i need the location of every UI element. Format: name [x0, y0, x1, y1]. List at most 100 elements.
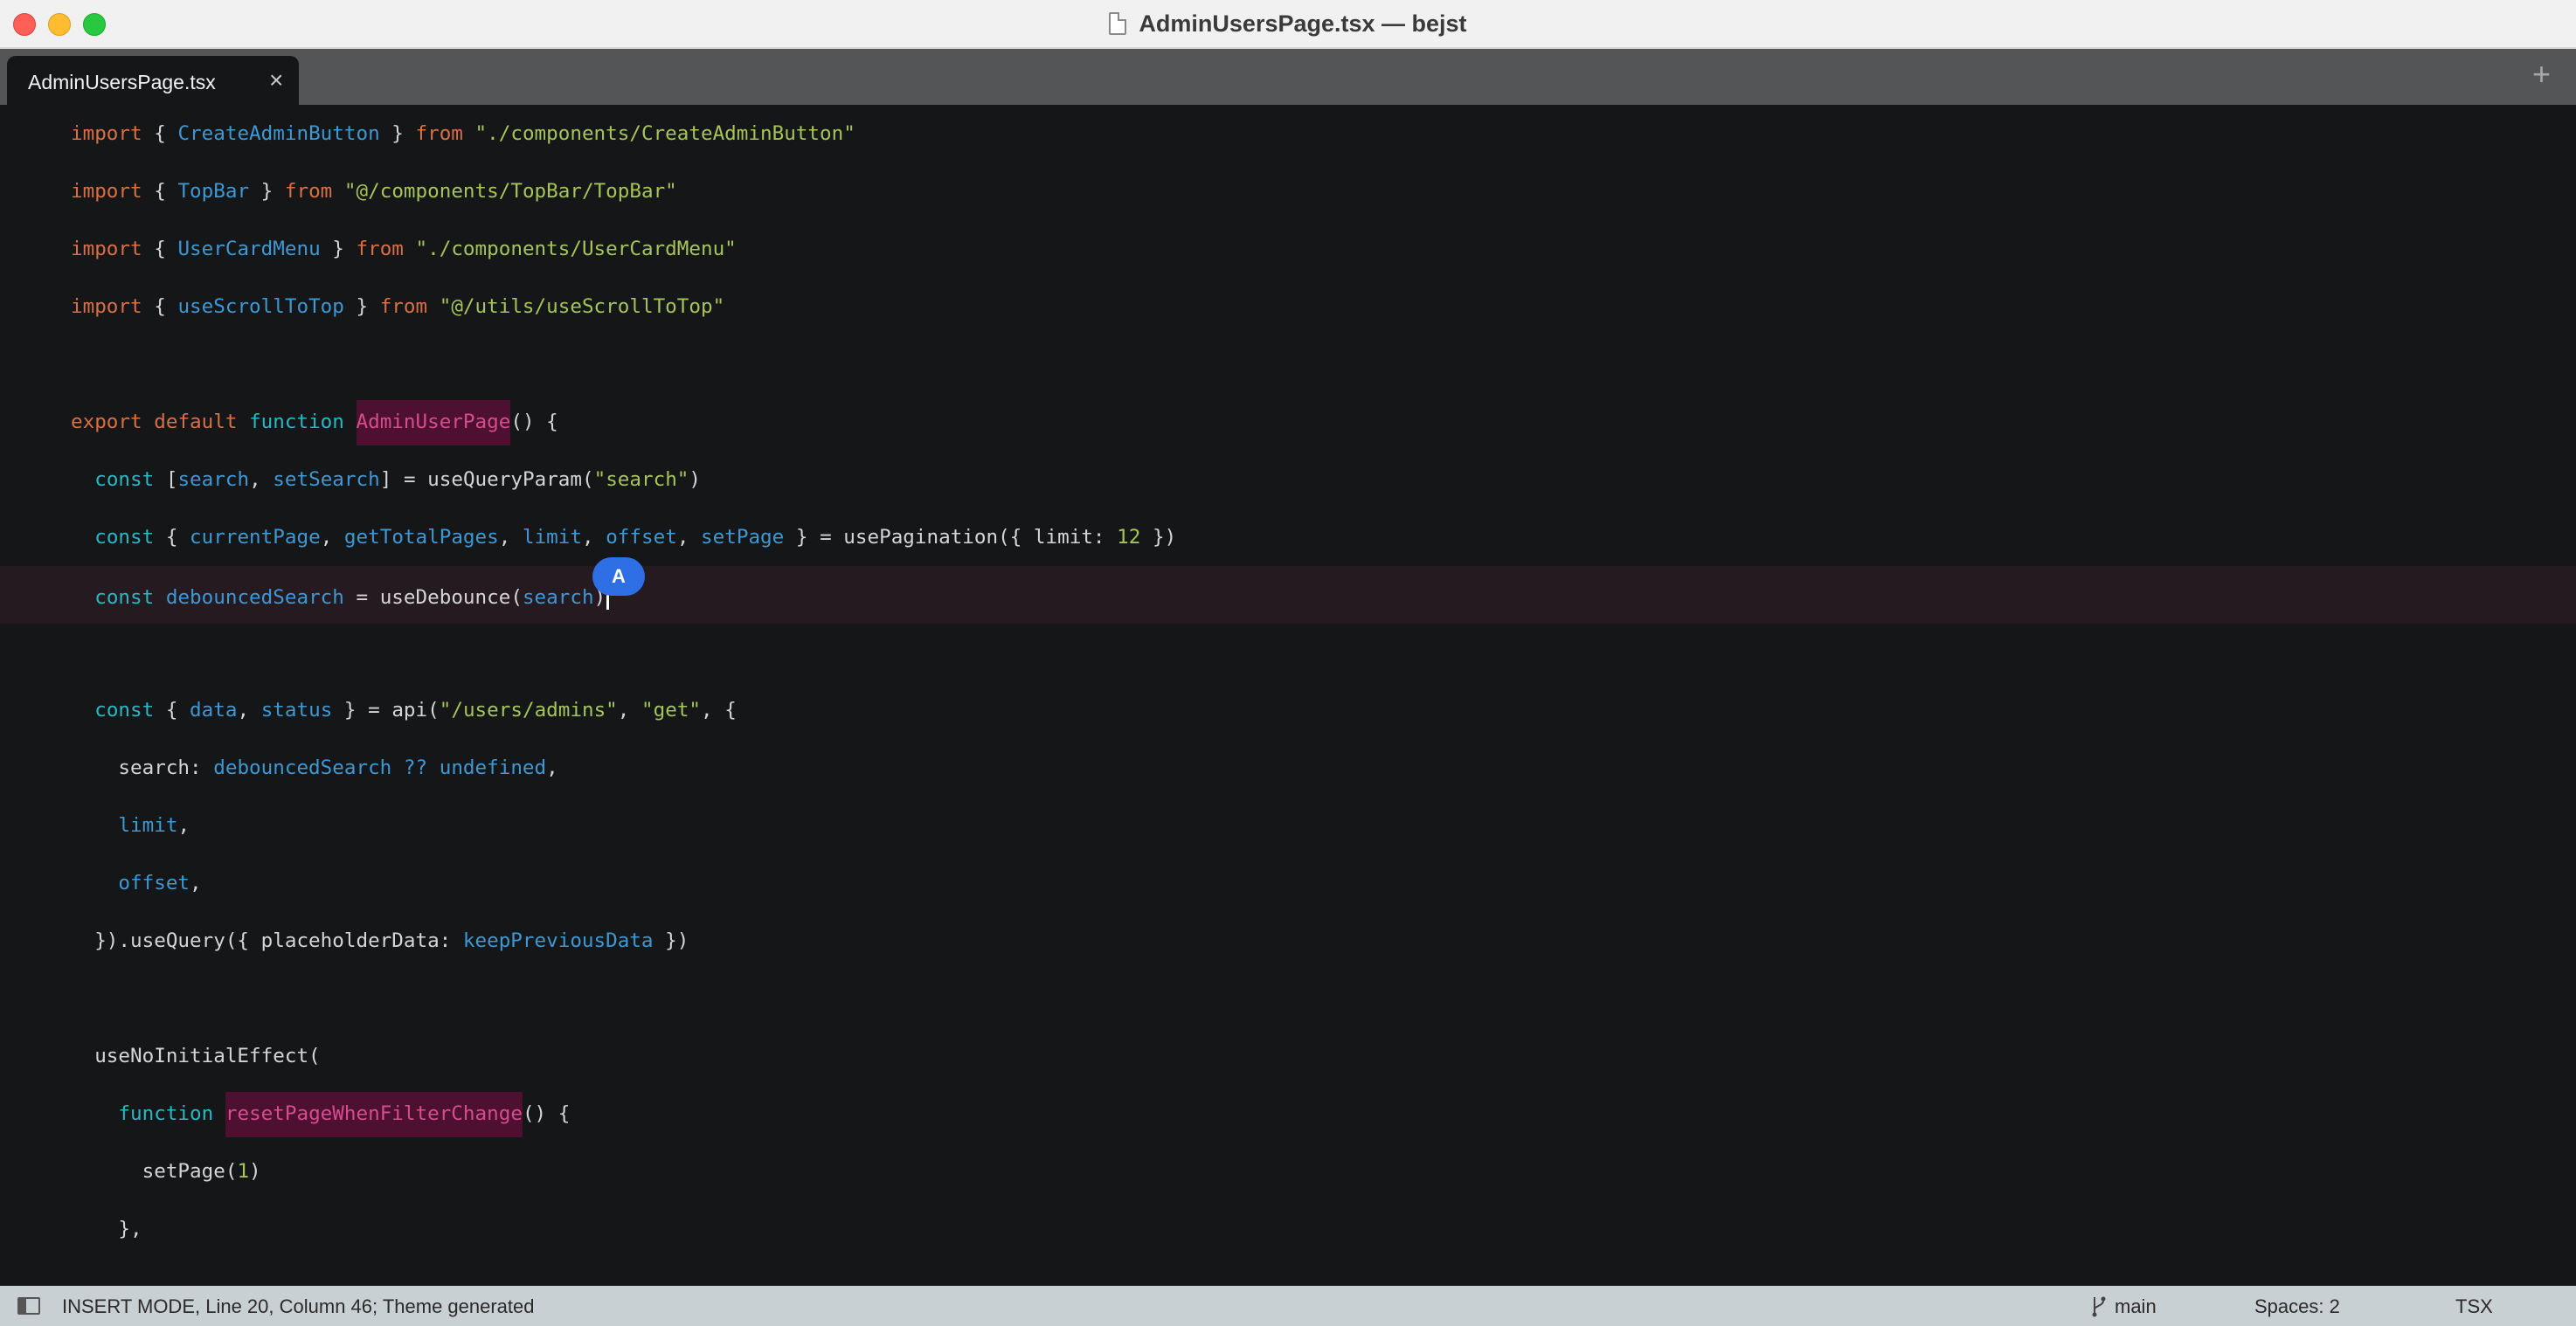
code-token: {: [142, 122, 178, 145]
code-token: }: [379, 122, 416, 145]
code-token: const: [94, 526, 155, 549]
window-title: AdminUsersPage.tsx — bejst: [1139, 10, 1467, 37]
code-token: currentPage: [190, 526, 321, 549]
code-token: ,: [177, 814, 190, 837]
code-line[interactable]: const [search, setSearch] = useQueryPara…: [0, 451, 2576, 508]
code-token: ,: [676, 526, 702, 549]
sidebar-toggle-icon[interactable]: [17, 1297, 40, 1315]
new-tab-plus-icon[interactable]: +: [2532, 56, 2551, 93]
code-token: keepPreviousData: [462, 929, 654, 952]
editor-window: AdminUsersPage.tsx — bejst AdminUsersPag…: [0, 0, 2576, 1326]
code-token: status: [260, 699, 333, 722]
highlighted-token: resetPageWhenFilterChange: [225, 1092, 523, 1137]
code-text: export default function AdminUserPage() …: [71, 400, 558, 445]
code-token: ,: [617, 699, 642, 722]
code-token: CreateAdminButton: [177, 122, 380, 145]
ime-badge[interactable]: A: [592, 557, 645, 596]
code-token: TopBar: [177, 180, 250, 203]
highlighted-token: AdminUserPage: [356, 400, 511, 445]
code-text: },: [71, 1216, 142, 1242]
code-token: 1: [237, 1160, 250, 1183]
code-token: [: [154, 468, 178, 491]
code-token: offset: [118, 872, 190, 894]
code-text: import { UserCardMenu } from "./componen…: [71, 236, 737, 262]
code-token: {: [154, 699, 190, 722]
code-text: offset,: [71, 870, 201, 896]
code-token: const: [94, 699, 155, 722]
code-line[interactable]: import { CreateAdminButton } from "./com…: [0, 105, 2576, 162]
code-token: getTotalPages: [343, 526, 499, 549]
code-token: ,: [237, 699, 261, 722]
code-line[interactable]: [0, 335, 2576, 393]
code-line[interactable]: export default function AdminUserPage() …: [0, 393, 2576, 451]
code-token: }): [653, 929, 689, 952]
code-line[interactable]: }).useQuery({ placeholderData: keepPrevi…: [0, 912, 2576, 970]
code-token: setPage(: [71, 1160, 238, 1183]
code-token: setSearch: [273, 468, 380, 491]
code-token: from: [379, 295, 428, 318]
code-line[interactable]: function resetPageWhenFilterChange() {: [0, 1085, 2576, 1143]
code-token: "/users/admins": [439, 699, 618, 722]
code-token: } = usePagination({ limit:: [784, 526, 1118, 549]
code-token: () {: [510, 411, 558, 433]
code-token: search:: [71, 756, 214, 779]
git-branch-label[interactable]: main: [2115, 1295, 2157, 1318]
code-editor[interactable]: import { CreateAdminButton } from "./com…: [0, 105, 2576, 1286]
code-line[interactable]: import { UserCardMenu } from "./componen…: [0, 220, 2576, 278]
close-icon[interactable]: ×: [269, 66, 283, 94]
code-token: ,: [498, 526, 523, 549]
code-token: ,: [581, 526, 606, 549]
code-line[interactable]: const { currentPage, getTotalPages, limi…: [0, 508, 2576, 566]
code-token: ] = useQueryParam(: [379, 468, 594, 491]
code-line[interactable]: import { TopBar } from "@/components/Top…: [0, 162, 2576, 220]
code-token: limit: [118, 814, 178, 837]
code-line[interactable]: useNoInitialEffect(: [0, 1027, 2576, 1085]
code-line[interactable]: search: debouncedSearch ?? undefined,: [0, 739, 2576, 797]
code-line[interactable]: [0, 970, 2576, 1027]
code-text: function resetPageWhenFilterChange() {: [71, 1092, 570, 1137]
code-token: ,: [320, 526, 344, 549]
indentation-setting[interactable]: Spaces: 2: [2254, 1295, 2340, 1318]
code-token: undefined: [439, 756, 547, 779]
code-token: "./components/UserCardMenu": [415, 238, 737, 260]
code-token: UserCardMenu: [177, 238, 321, 260]
code-token: } = api(: [332, 699, 440, 722]
tab-bar: AdminUsersPage.tsx ×: [0, 49, 2576, 105]
code-text: const [search, setSearch] = useQueryPara…: [71, 466, 701, 493]
mode-status: INSERT MODE, Line 20, Column 46; Theme g…: [62, 1295, 535, 1317]
code-token: const: [94, 586, 155, 609]
code-line[interactable]: const { data, status } = api("/users/adm…: [0, 681, 2576, 739]
code-token: function: [249, 411, 344, 433]
code-text: limit,: [71, 812, 190, 839]
code-text: const { currentPage, getTotalPages, limi…: [71, 524, 1176, 550]
code-token: setPage: [701, 526, 785, 549]
code-line[interactable]: },: [0, 1200, 2576, 1258]
code-token: const: [94, 468, 155, 491]
code-token: search: [522, 586, 594, 609]
code-token: limit: [522, 526, 582, 549]
tab-admin-users-page[interactable]: AdminUsersPage.tsx ×: [7, 56, 299, 105]
code-line[interactable]: offset,: [0, 854, 2576, 912]
code-text: }).useQuery({ placeholderData: keepPrevi…: [71, 928, 689, 954]
code-line[interactable]: const debouncedSearch = useDebounce(sear…: [0, 566, 2576, 624]
code-line[interactable]: limit,: [0, 797, 2576, 854]
code-token: }: [320, 238, 357, 260]
code-line[interactable]: setPage(1): [0, 1143, 2576, 1200]
code-line[interactable]: import { useScrollToTop } from "@/utils/…: [0, 278, 2576, 335]
code-token: 12: [1117, 526, 1141, 549]
code-token: from: [415, 122, 463, 145]
syntax-mode[interactable]: TSX: [2455, 1295, 2493, 1318]
code-line[interactable]: [0, 624, 2576, 681]
code-token: debouncedSearch: [165, 586, 344, 609]
code-token: from: [284, 180, 333, 203]
